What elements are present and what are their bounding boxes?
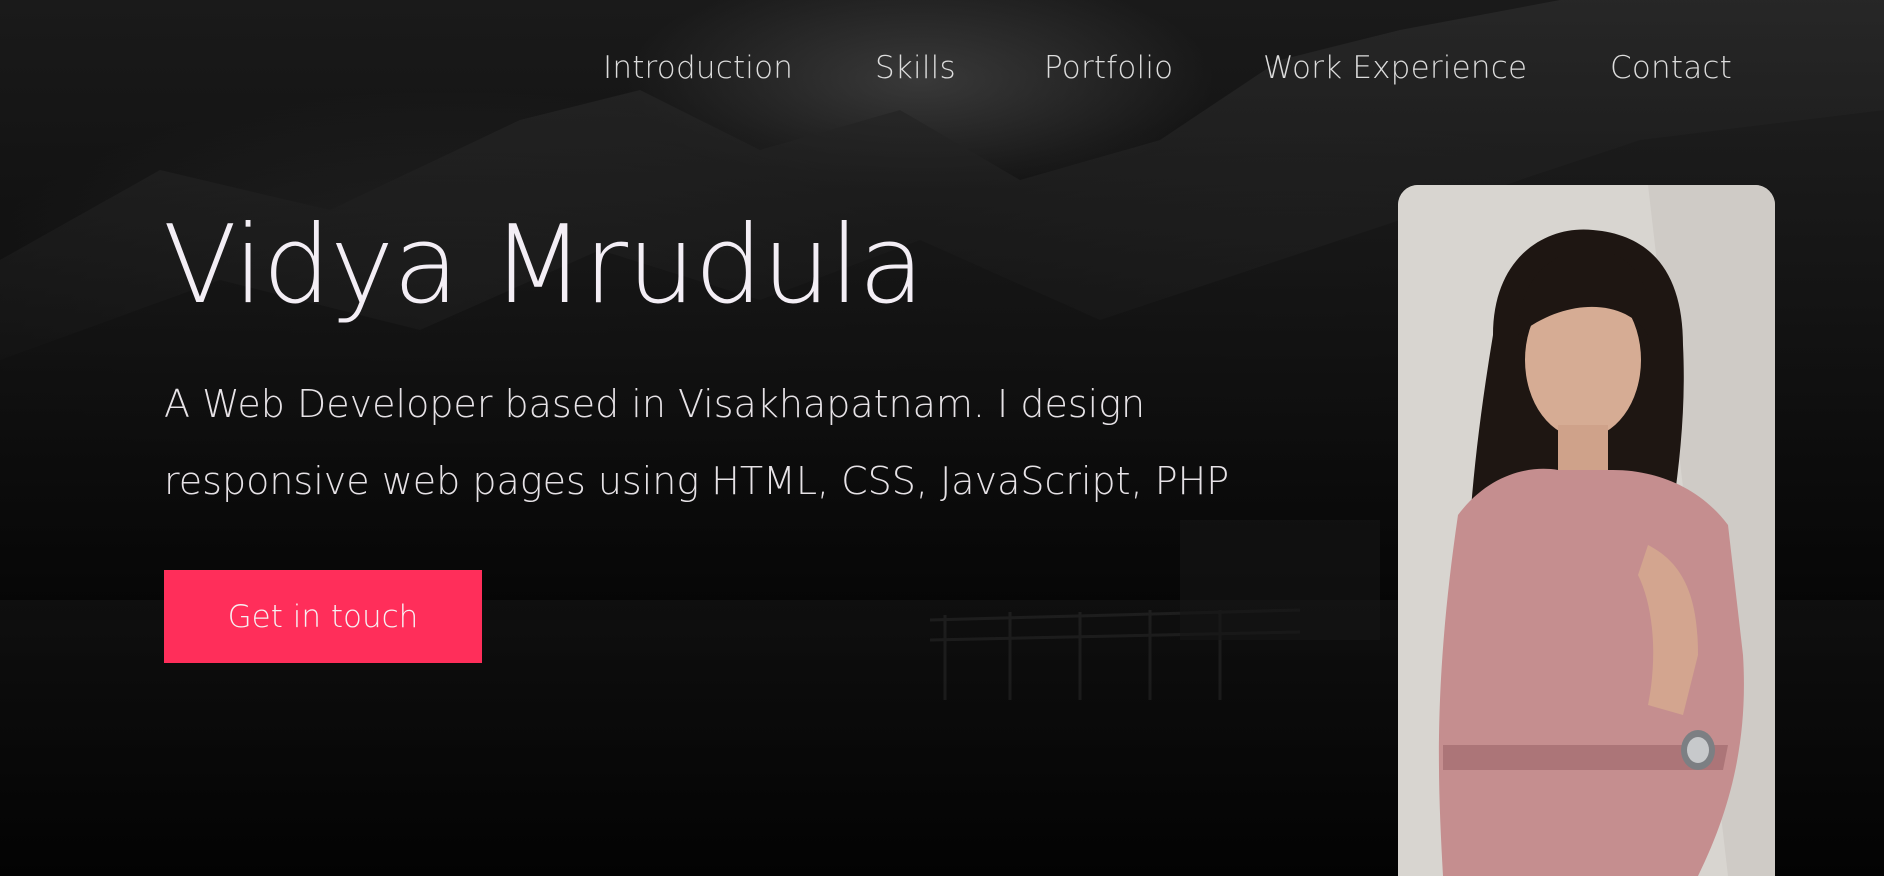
get-in-touch-button[interactable]: Get in touch [164, 570, 482, 663]
nav-item-work-experience[interactable]: Work Experience [1263, 50, 1583, 86]
hero-description: A Web Developer based in Visakhapatnam. … [164, 382, 1230, 503]
nav-item-portfolio[interactable]: Portfolio [1044, 50, 1173, 86]
profile-photo [1398, 185, 1775, 876]
hero-section: Introduction Skills Portfolio Work Exper… [0, 0, 1884, 876]
nav-item-introduction[interactable]: Introduction [603, 50, 793, 86]
nav-item-skills[interactable]: Skills [875, 50, 956, 86]
profile-photo-icon [1398, 185, 1775, 876]
hero-title: Vidya Mrudula [163, 203, 925, 328]
nav-item-contact[interactable]: Contact [1610, 50, 1732, 86]
